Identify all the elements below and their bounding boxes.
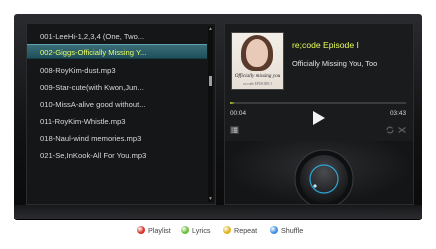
progress-fill [230,102,234,104]
album-art: Officially missing you re;code EPISODE I [231,32,284,90]
playlist-item-selected[interactable]: 002-Giggs-Officially Missing Y... [27,44,207,59]
playlist-item[interactable]: 009-Star-cute(with Kwon,Jun... [27,80,207,95]
legend-playlist[interactable]: Playlist [137,224,171,238]
total-time: 03:43 [390,110,406,117]
playlist-panel: 001-LeeHi-1,2,3,4 (One, Two... 002-Giggs… [26,23,216,205]
blue-dot-icon [270,226,278,235]
volume-knob[interactable] [294,149,354,205]
red-dot-icon [137,226,145,235]
playlist-item[interactable]: 010-MissA-alive good without... [27,97,207,112]
legend-repeat[interactable]: Repeat [223,224,257,238]
color-key-legend: Playlist Lyrics Repeat Shuffle [0,224,436,238]
legend-shuffle[interactable]: Shuffle [270,224,303,238]
volume-area [225,141,413,204]
scroll-down-icon[interactable]: ▼ [208,196,213,202]
yellow-dot-icon [223,226,231,235]
list-icon[interactable] [230,126,239,134]
shuffle-icon[interactable] [398,126,406,134]
playlist-scrollbar[interactable]: ▲ ▼ [208,26,213,202]
progress-bar[interactable] [230,102,406,104]
album-art-title: Officially missing you [234,73,281,79]
album-art-subtitle: re;code EPISODE I [243,82,272,86]
track-title: Officially Missing You, Too [292,59,378,68]
repeat-icon[interactable] [386,126,394,134]
playlist-item[interactable]: 011-RoyKim-Whistle.mp3 [27,114,207,129]
now-playing-panel: Officially missing you re;code EPISODE I… [224,23,414,205]
play-icon[interactable] [312,110,326,126]
album-title: re;code Episode I [292,40,359,50]
playlist-item[interactable]: 021-Se,InKook-All For You.mp3 [27,148,207,163]
player-bezel [14,205,422,219]
playlist-item[interactable]: 001-LeeHi-1,2,3,4 (One, Two... [27,29,207,44]
current-time: 00:04 [230,110,246,117]
green-dot-icon [181,226,189,235]
playlist-item[interactable]: 008-RoyKim-dust.mp3 [27,63,207,78]
scroll-thumb[interactable] [209,76,212,86]
scroll-up-icon[interactable]: ▲ [208,26,213,32]
legend-lyrics[interactable]: Lyrics [181,224,211,238]
playlist-item[interactable]: 018-Naul-wind memories.mp3 [27,131,207,146]
